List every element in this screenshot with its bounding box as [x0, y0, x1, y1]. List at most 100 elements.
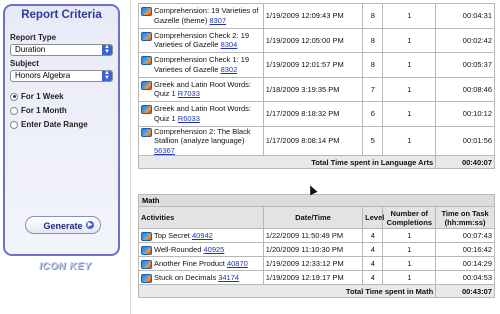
level-cell: 6 — [362, 101, 384, 127]
rocket-icon[interactable] — [141, 127, 152, 137]
activity-name: Greek and Latin Root Words: Quiz 1 — [154, 79, 251, 99]
completions-cell: 1 — [382, 242, 437, 257]
activity-name: Top Secret — [154, 230, 190, 240]
rocket-icon[interactable] — [141, 31, 152, 41]
chevron-updown-icon: ▲ ▼ — [102, 44, 112, 55]
rocket-icon[interactable] — [141, 245, 152, 255]
rocket-icon[interactable] — [141, 7, 152, 17]
activity-id-link[interactable]: 34174 — [218, 273, 239, 282]
radio-label: Enter Date Range — [21, 120, 88, 129]
activity-name: Stuck on Decimals — [154, 272, 217, 282]
activity-name: Greek and Latin Root Words: Quiz 1 — [154, 104, 251, 123]
activity-id-link[interactable]: 8302 — [221, 65, 238, 74]
activity-id-link[interactable]: R6033 — [178, 114, 200, 123]
generate-button[interactable]: Generate ▶ — [25, 216, 101, 234]
level-cell: 7 — [362, 76, 384, 102]
level-cell: 4 — [362, 256, 384, 271]
time-cell: 00:01:56 — [435, 125, 495, 156]
activity-id-link[interactable]: 56367 — [154, 146, 175, 155]
total-label: Total Time spent in Math — [137, 284, 437, 298]
rocket-icon[interactable] — [141, 80, 152, 90]
activity-id-link[interactable]: 8307 — [209, 16, 226, 25]
rocket-icon[interactable] — [141, 231, 152, 241]
activity-name: Well-Rounded — [154, 244, 202, 254]
radio-button[interactable] — [10, 120, 18, 129]
table-row: Stuck on Decimals 34174 1/19/2009 12:19:1… — [138, 270, 495, 285]
math-header-row: Activities Date/Time Level Number of Com… — [138, 206, 495, 229]
time-cell: 00:10:12 — [435, 101, 495, 127]
activity-id-link[interactable]: 40925 — [203, 245, 224, 254]
table-row: Top Secret 40942 1/22/2009 11:50:49 PM 4 1 0… — [138, 228, 495, 243]
activity-cell: Comprehension: 19 Varieties of Gazelle (… — [138, 3, 264, 29]
radio-enter-date-range[interactable]: Enter Date Range — [10, 120, 88, 129]
criteria-panel: Report Criteria Report Type Duration ▲ ▼ … — [3, 4, 120, 256]
rocket-icon[interactable] — [141, 105, 152, 115]
table-row: Comprehension: 19 Varieties of Gazelle (… — [138, 3, 495, 29]
rocket-icon[interactable] — [141, 259, 152, 269]
completions-cell: 1 — [382, 3, 437, 29]
total-row: Total Time spent in Language Arts 00:40:0… — [137, 155, 495, 169]
table-row: Comprehension Check 1: 19 Varieties of G… — [138, 52, 495, 78]
subject-select[interactable]: Honors Algebra ▲ ▼ — [10, 70, 113, 82]
column-header-time[interactable]: Time on Task (hh:mm:ss) — [435, 206, 495, 229]
subject-value: Honors Algebra — [15, 71, 71, 80]
table-row: Well-Rounded 40925 1/20/2009 11:10:30 PM 4… — [138, 242, 495, 257]
math-section-title: Math — [138, 194, 495, 206]
activity-id-link[interactable]: 40870 — [227, 259, 248, 268]
subject-label: Subject — [10, 59, 39, 68]
table-row: Greek and Latin Root Words: Quiz 1 R7033… — [138, 76, 495, 102]
activity-id-link[interactable]: 40942 — [192, 231, 213, 240]
total-value: 00:43:07 — [435, 284, 495, 298]
activity-cell: Top Secret 40942 — [138, 228, 264, 243]
activity-id-link[interactable]: 8304 — [221, 40, 238, 49]
date-cell: 1/19/2009 12:01:57 PM — [262, 52, 364, 78]
activity-cell: Comprehension Check 2: 19 Varieties of G… — [138, 27, 264, 53]
table-row: Comprehension 2: The Black Stallion (ana… — [138, 125, 495, 156]
time-cell: 00:04:53 — [435, 270, 495, 285]
completions-cell: 1 — [382, 52, 437, 78]
completions-cell: 1 — [382, 76, 437, 102]
radio-for-1-month[interactable]: For 1 Month — [10, 106, 67, 115]
column-header-level[interactable]: Level — [362, 206, 384, 229]
icon-key-logo[interactable]: ICON KEY — [39, 261, 91, 272]
activity-name: Comprehension: 19 Varieties of Gazelle (… — [154, 6, 259, 25]
activity-cell: Stuck on Decimals 34174 — [138, 270, 264, 285]
table-row: Greek and Latin Root Words: Quiz 1 R6033… — [138, 101, 495, 127]
activity-cell: Well-Rounded 40925 — [138, 242, 264, 257]
date-cell: 1/17/2009 8:18:32 PM — [262, 101, 364, 127]
column-header-date[interactable]: Date/Time — [262, 206, 364, 229]
completions-cell: 1 — [382, 270, 437, 285]
rocket-icon[interactable] — [141, 273, 152, 283]
table-row: Another Fine Product 40870 1/19/2009 12:3… — [138, 256, 495, 271]
date-cell: 1/17/2009 8:08:14 PM — [262, 125, 364, 156]
rocket-icon[interactable] — [141, 56, 152, 66]
radio-for-1-week[interactable]: For 1 Week — [10, 92, 64, 101]
completions-cell: 1 — [382, 101, 437, 127]
date-cell: 1/22/2009 11:50:49 PM — [262, 228, 364, 243]
activity-cell: Greek and Latin Root Words: Quiz 1 R7033 — [138, 76, 264, 102]
level-cell: 5 — [362, 125, 384, 156]
activity-cell: Comprehension Check 1: 19 Varieties of G… — [138, 52, 264, 78]
time-cell: 00:04:31 — [435, 3, 495, 29]
date-cell: 1/18/2009 3:19:35 PM — [262, 76, 364, 102]
date-cell: 1/19/2009 12:09:43 PM — [262, 3, 364, 29]
report-type-value: Duration — [15, 45, 46, 54]
column-header-activities[interactable]: Activities — [138, 206, 264, 229]
chevron-updown-icon: ▲ ▼ — [102, 70, 112, 81]
column-header-completions[interactable]: Number of Completions — [382, 206, 437, 229]
level-cell: 4 — [362, 270, 384, 285]
time-cell: 00:02:42 — [435, 27, 495, 53]
activity-cell: Comprehension 2: The Black Stallion (ana… — [138, 125, 264, 156]
time-cell: 00:14:29 — [435, 256, 495, 271]
report-criteria-sidebar: Report Criteria Report Type Duration ▲ ▼ … — [0, 0, 128, 314]
completions-cell: 1 — [382, 125, 437, 156]
level-cell: 4 — [362, 228, 384, 243]
radio-label: For 1 Month — [21, 106, 67, 115]
total-value: 00:40:07 — [435, 155, 495, 169]
report-type-select[interactable]: Duration ▲ ▼ — [10, 44, 113, 56]
language-arts-table: Comprehension: 19 Varieties of Gazelle (… — [137, 3, 495, 169]
activity-name: Comprehension 2: The Black Stallion (ana… — [154, 126, 251, 146]
radio-button-selected[interactable] — [10, 92, 18, 101]
radio-button[interactable] — [10, 106, 18, 115]
activity-id-link[interactable]: R7033 — [178, 89, 200, 98]
